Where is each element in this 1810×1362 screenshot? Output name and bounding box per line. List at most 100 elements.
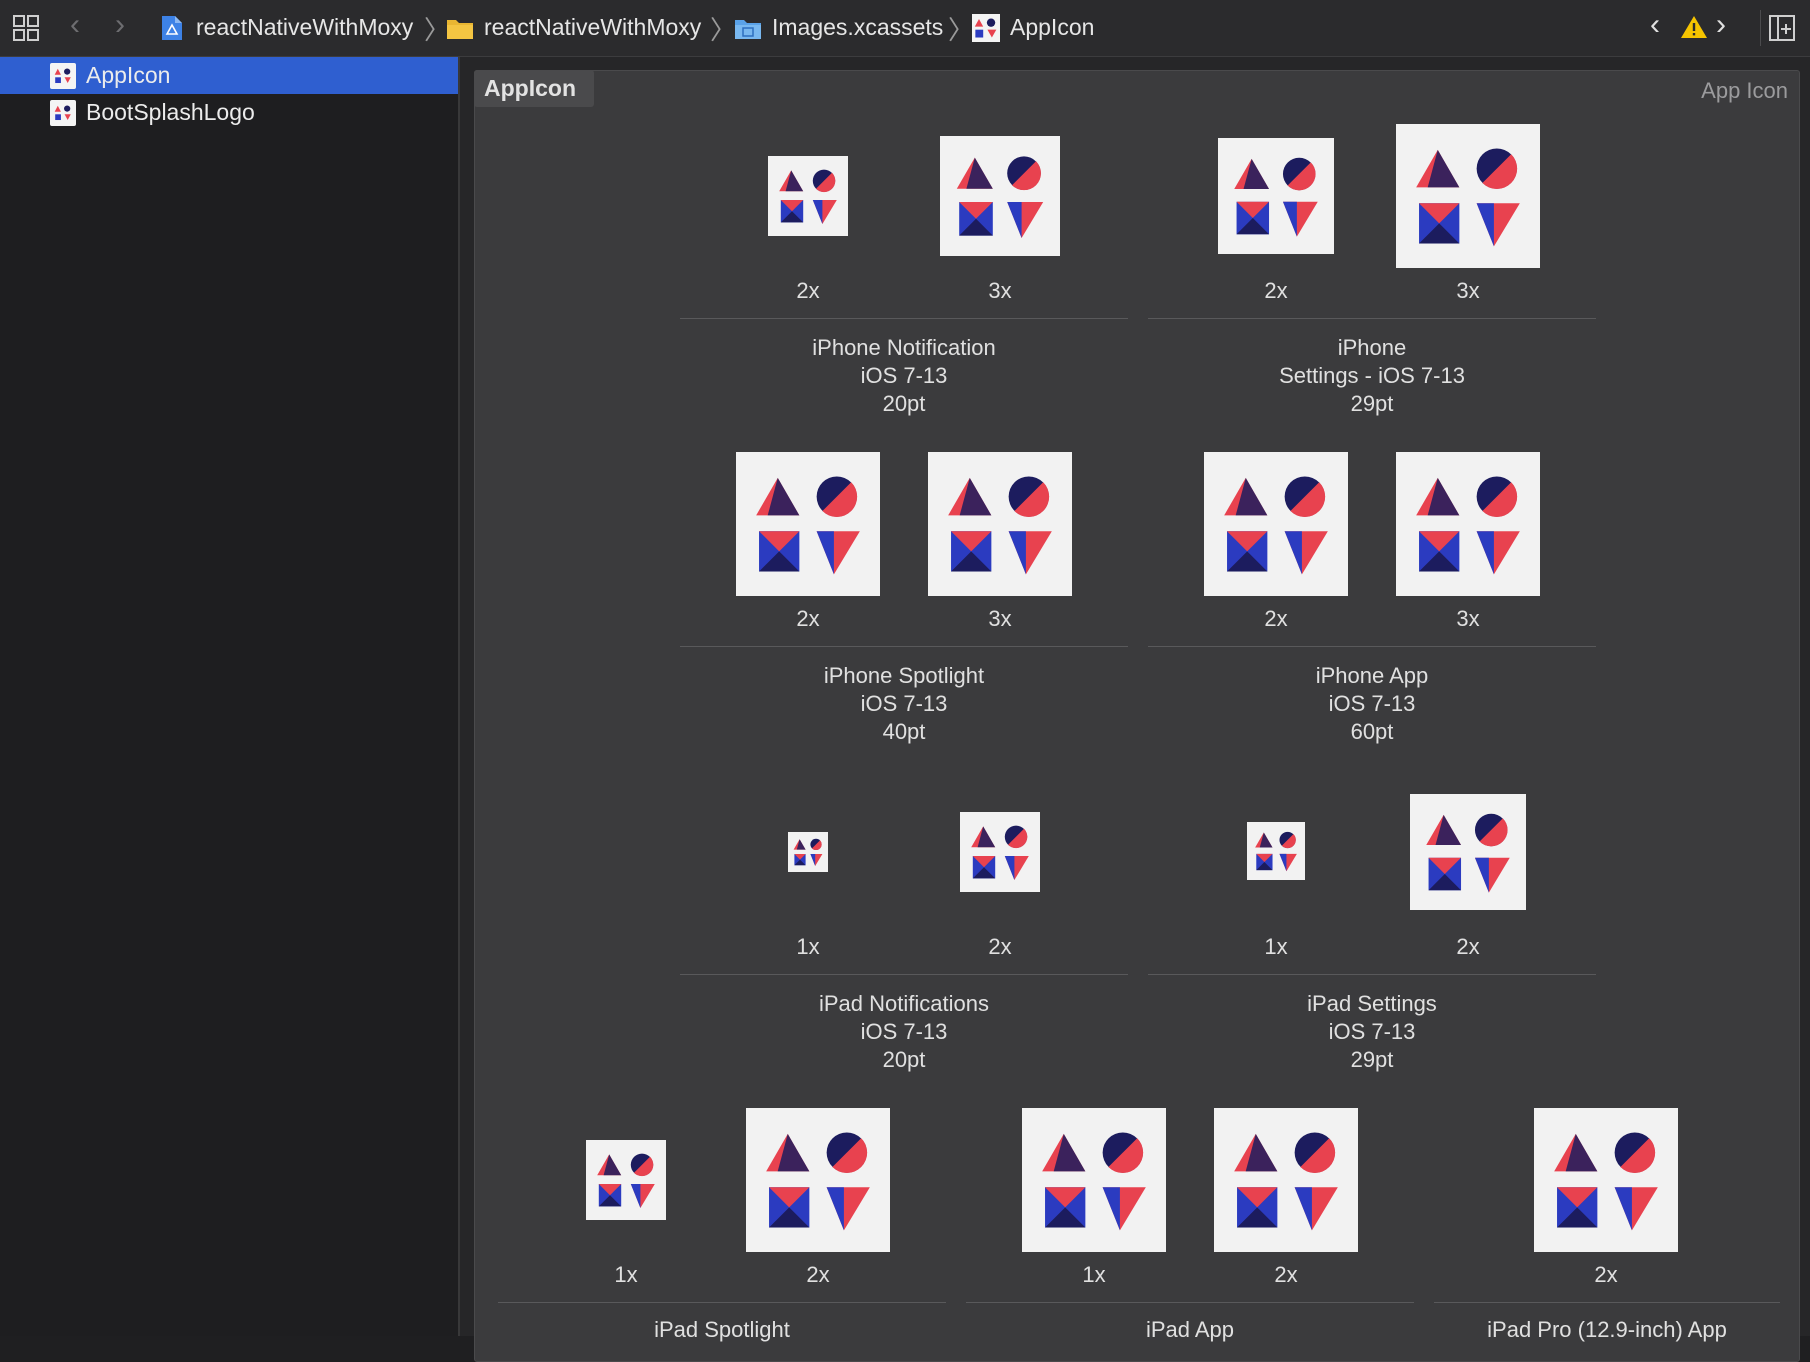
- icon-group-title: iPhone Notification iOS 7-13 20pt: [679, 334, 1129, 418]
- asset-list-sidebar: AppIcon BootSplashLogo: [0, 57, 460, 1336]
- app-icon-image: [756, 476, 860, 575]
- scale-label: 2x: [1456, 934, 1480, 959]
- back-button[interactable]: ‹: [70, 8, 80, 42]
- app-icon-well[interactable]: [1534, 1108, 1678, 1252]
- scale-label: 1x: [1082, 1262, 1106, 1287]
- icon-group-title: iPad Settings iOS 7-13 29pt: [1147, 990, 1597, 1074]
- scale-label: 3x: [1456, 606, 1480, 631]
- app-icon-image: [793, 838, 823, 866]
- group-divider: [966, 1302, 1414, 1303]
- app-icon-well[interactable]: [1396, 124, 1540, 268]
- app-icon-well[interactable]: [1410, 794, 1526, 910]
- app-icon-well[interactable]: [1396, 452, 1540, 596]
- sidebar-item-label: AppIcon: [86, 62, 171, 88]
- folder-icon: [446, 16, 474, 40]
- scale-label: 3x: [1456, 278, 1480, 303]
- app-icon-well[interactable]: [736, 452, 880, 596]
- icon-group-title-line: iPad App: [1145, 1317, 1235, 1342]
- icon-group-title-line: iOS 7-13: [1328, 1019, 1416, 1044]
- scale-label: 2x: [796, 278, 820, 303]
- sidebar-item-label: BootSplashLogo: [86, 99, 255, 125]
- icon-group-title: iPhone Settings - iOS 7-13 29pt: [1147, 334, 1597, 418]
- app-icon-well[interactable]: [928, 452, 1072, 596]
- app-icon-image: [1554, 1132, 1658, 1231]
- warning-icon[interactable]: [1680, 14, 1708, 40]
- breadcrumb-assets[interactable]: Images.xcassets: [772, 14, 943, 41]
- icon-group-title-line: iPhone App: [1315, 663, 1429, 688]
- breadcrumb-separator: 〉: [710, 15, 737, 45]
- group-divider: [680, 974, 1128, 975]
- group-divider: [680, 318, 1128, 319]
- toolbar-divider: [1760, 10, 1761, 46]
- app-icon-image: [1042, 1132, 1146, 1231]
- app-icon-well[interactable]: [768, 156, 848, 236]
- scale-label: 2x: [988, 934, 1012, 959]
- scale-label: 2x: [1264, 606, 1288, 631]
- appicon-icon: [972, 14, 1000, 42]
- icon-group-title: iPad Notifications iOS 7-13 20pt: [679, 990, 1129, 1074]
- group-divider: [498, 1302, 946, 1303]
- app-icon-image: [956, 156, 1044, 238]
- scale-label: 1x: [614, 1262, 638, 1287]
- icon-group-title-line: iOS 7-13: [860, 1019, 948, 1044]
- icon-group-title-line: 29pt: [1350, 391, 1394, 416]
- group-divider: [1148, 974, 1596, 975]
- breadcrumb-project[interactable]: reactNativeWithMoxy: [196, 14, 413, 41]
- icon-group-title-line: iPhone Spotlight: [823, 663, 985, 688]
- app-icon-well[interactable]: [1247, 822, 1305, 880]
- app-icon-image: [1234, 157, 1318, 237]
- app-icon-image: [948, 476, 1052, 575]
- icon-group-title-line: iPad Notifications: [819, 991, 989, 1016]
- app-icon-image: [1255, 831, 1297, 872]
- sidebar-item-appicon[interactable]: AppIcon: [0, 57, 458, 94]
- grid-icon[interactable]: [12, 14, 40, 42]
- app-icon-well[interactable]: [586, 1140, 666, 1220]
- app-icon-well[interactable]: [1214, 1108, 1358, 1252]
- scale-label: 2x: [1264, 278, 1288, 303]
- group-divider: [1148, 318, 1596, 319]
- sidebar-item-bootsplashlogo[interactable]: BootSplashLogo: [0, 94, 458, 131]
- icon-group-title: iPad App: [965, 1316, 1415, 1344]
- scale-label: 2x: [1594, 1262, 1618, 1287]
- breadcrumb-group[interactable]: reactNativeWithMoxy: [484, 14, 701, 41]
- project-icon: [160, 14, 184, 42]
- next-issue-button[interactable]: ›: [1716, 8, 1726, 42]
- app-icon-well[interactable]: [940, 136, 1060, 256]
- app-icon-image: [971, 825, 1029, 880]
- app-icon-image: [1416, 148, 1520, 247]
- icon-group-title-line: iPad Spotlight: [654, 1317, 790, 1342]
- icon-group-title-line: iPad Settings: [1307, 991, 1437, 1016]
- breadcrumb-appicon[interactable]: AppIcon: [1010, 14, 1094, 41]
- scale-label: 1x: [796, 934, 820, 959]
- icon-group-title-line: iPhone: [1337, 335, 1407, 360]
- add-editor-icon[interactable]: [1768, 14, 1796, 42]
- icon-group-title-line: 29pt: [1350, 1047, 1394, 1072]
- scale-label: 3x: [988, 278, 1012, 303]
- scale-label: 2x: [796, 606, 820, 631]
- app-icon-well[interactable]: [1218, 138, 1334, 254]
- group-divider: [680, 646, 1128, 647]
- app-icon-well[interactable]: [1204, 452, 1348, 596]
- previous-issue-button[interactable]: ‹: [1650, 8, 1660, 42]
- app-icon-image: [766, 1132, 870, 1231]
- icon-group-title-line: 20pt: [882, 1047, 926, 1072]
- asset-folder-icon: [734, 16, 762, 40]
- app-icon-image: [1224, 476, 1328, 575]
- forward-button[interactable]: ›: [115, 8, 125, 42]
- icon-group-title-line: iOS 7-13: [860, 691, 948, 716]
- app-icon-image: [1234, 1132, 1338, 1231]
- appicon-thumbnail-icon: [50, 63, 76, 89]
- toolbar: ‹ › reactNativeWithMoxy 〉 reactNativeWit…: [0, 0, 1810, 57]
- icon-group-title-line: iPad Pro (12.9-inch) App: [1487, 1317, 1727, 1342]
- app-icon-well[interactable]: [960, 812, 1040, 892]
- scale-label: 2x: [806, 1262, 830, 1287]
- icon-group-title-line: iOS 7-13: [860, 363, 948, 388]
- group-divider: [1148, 646, 1596, 647]
- scale-label: 3x: [988, 606, 1012, 631]
- scale-label: 1x: [1264, 934, 1288, 959]
- panel-title: AppIcon: [484, 75, 576, 101]
- app-icon-well[interactable]: [746, 1108, 890, 1252]
- app-icon-well[interactable]: [1022, 1108, 1166, 1252]
- icon-group-title: iPhone App iOS 7-13 60pt: [1147, 662, 1597, 746]
- app-icon-well[interactable]: [788, 832, 828, 872]
